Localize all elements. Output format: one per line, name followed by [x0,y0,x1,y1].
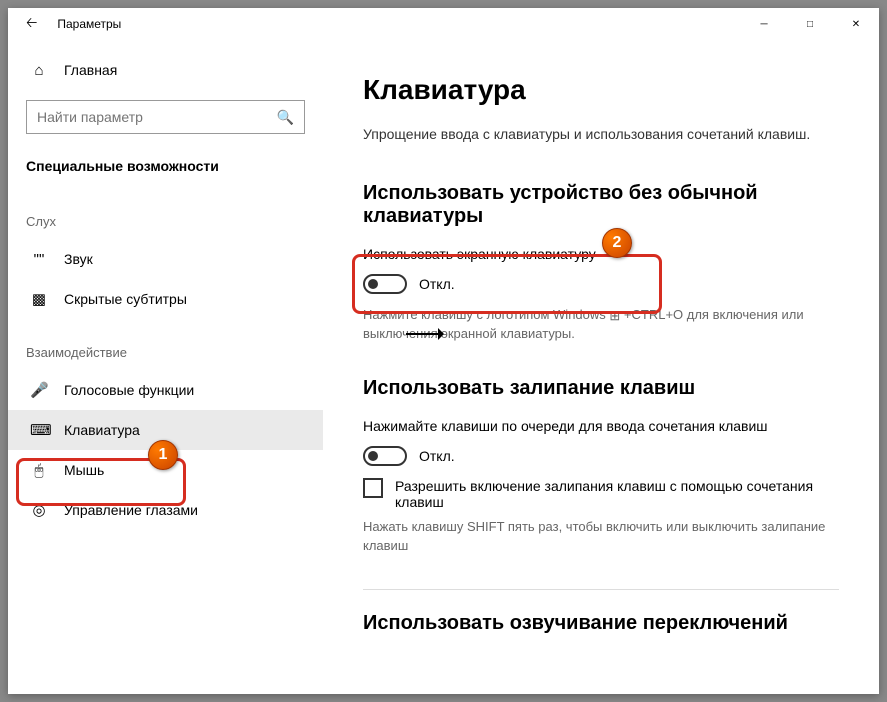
search-box[interactable]: 🔍 [26,100,305,134]
sidebar-item-home[interactable]: ⌂ Главная [8,50,323,90]
sidebar-item-label: Скрытые субтитры [64,291,187,307]
section-osk-title: Использовать устройство без обычной клав… [363,182,839,228]
group-interaction: Взаимодействие [8,319,323,370]
cc-icon: ▩ [30,290,48,308]
microphone-icon: 🎤 [30,381,48,399]
eye-icon: ◎ [30,501,48,519]
windows-logo-icon: ⊞ [609,307,620,325]
sidebar-item-label: Звук [64,251,93,267]
sound-icon: "" [30,251,48,268]
sidebar-item-eye[interactable]: ◎ Управление глазами [8,490,323,530]
minimize-button[interactable]: ─ [741,8,787,40]
sidebar-item-label: Главная [64,62,117,78]
sidebar-item-label: Мышь [64,462,104,478]
mouse-icon: 🖱 [30,462,48,479]
window-title: Параметры [57,17,121,31]
back-icon[interactable]: 🡠 [26,12,37,36]
sidebar-item-voice[interactable]: 🎤 Голосовые функции [8,370,323,410]
sticky-shortcut-label: Разрешить включение залипания клавиш с п… [395,478,839,510]
sticky-toggle-state: Откл. [419,448,455,464]
section-toggle-keys-title: Использовать озвучивание переключений [363,612,839,635]
sidebar-item-keyboard[interactable]: ⌨ Клавиатура [8,410,323,450]
search-input[interactable] [37,109,277,125]
sticky-shortcut-checkbox[interactable] [363,478,383,498]
divider [363,589,839,590]
sticky-shortcut-row: Разрешить включение залипания клавиш с п… [363,478,839,510]
close-button[interactable]: ✕ [833,8,879,40]
sidebar-item-label: Голосовые функции [64,382,194,398]
osk-label: Использовать экранную клавиатуру [363,246,839,262]
sidebar-item-cc[interactable]: ▩ Скрытые субтитры [8,279,323,319]
window-controls: ─ □ ✕ [741,8,879,40]
sidebar: ⌂ Главная 🔍 Специальные возможности Слух… [8,40,323,694]
page-title: Клавиатура [363,74,839,106]
content: Клавиатура Упрощение ввода с клавиатуры … [323,40,879,694]
sticky-hint: Нажать клавишу SHIFT пять раз, чтобы вкл… [363,518,839,554]
osk-toggle[interactable] [363,274,407,294]
section-sticky-title: Использовать залипание клавиш [363,377,839,400]
page-subtitle: Упрощение ввода с клавиатуры и использов… [363,126,839,142]
keyboard-icon: ⌨ [30,421,48,439]
sticky-toggle-row: Откл. [363,446,839,466]
home-icon: ⌂ [30,62,48,79]
sidebar-item-label: Управление глазами [64,502,198,518]
sidebar-header: Специальные возможности [8,148,323,188]
sticky-label: Нажимайте клавиши по очереди для ввода с… [363,418,839,434]
osk-toggle-state: Откл. [419,276,455,292]
search-icon: 🔍 [277,109,294,126]
group-hearing: Слух [8,188,323,239]
settings-window: 🡠 Параметры ─ □ ✕ ⌂ Главная 🔍 Специальны… [8,8,879,694]
sticky-toggle[interactable] [363,446,407,466]
osk-hint: Нажмите клавишу с логотипом Windows ⊞ +C… [363,306,839,343]
osk-toggle-row: Откл. [363,274,839,294]
sidebar-item-label: Клавиатура [64,422,140,438]
sidebar-item-sound[interactable]: "" Звук [8,239,323,279]
layout: ⌂ Главная 🔍 Специальные возможности Слух… [8,40,879,694]
maximize-button[interactable]: □ [787,8,833,40]
sidebar-item-mouse[interactable]: 🖱 Мышь [8,450,323,490]
